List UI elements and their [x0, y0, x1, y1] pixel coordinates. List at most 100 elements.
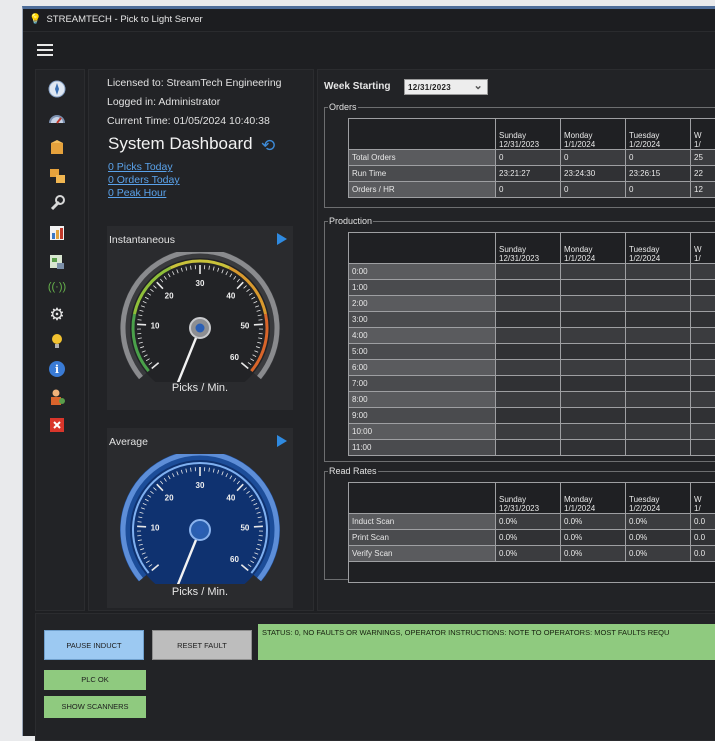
box-icon[interactable]	[48, 138, 66, 156]
orders-today-link[interactable]: 0 Orders Today	[108, 174, 180, 186]
boxes-icon[interactable]	[48, 166, 66, 184]
table-cell: 0.0	[691, 530, 715, 546]
week-starting-label: Week Starting	[324, 81, 391, 92]
day-header: Monday1/1/2024	[561, 483, 626, 514]
back-icon[interactable]: ⟲	[261, 137, 281, 155]
table-row: Run Time23:21:2723:24:3023:26:1522	[349, 166, 715, 182]
table-cell	[691, 296, 715, 312]
picks-today-link[interactable]: 0 Picks Today	[108, 161, 173, 173]
wrench-icon[interactable]	[48, 194, 66, 212]
day-date: 1/1/2024	[564, 254, 622, 263]
day-header: Monday1/1/2024	[561, 233, 626, 264]
table-cell: 25	[691, 150, 715, 166]
table-row: 2:00	[349, 296, 715, 312]
day-name: Monday	[564, 495, 622, 504]
hamburger-menu-icon[interactable]	[37, 44, 53, 56]
table-cell	[496, 264, 561, 280]
plc-ok-button[interactable]: PLC OK	[44, 670, 146, 690]
signal-icon[interactable]: ((·))	[48, 278, 66, 296]
gauge-tick-label: 30	[196, 481, 205, 490]
row-label: 4:00	[349, 328, 496, 344]
current-time: Current Time: 01/05/2024 10:40:38	[107, 115, 270, 128]
status-message: STATUS: 0, NO FAULTS OR WARNINGS, OPERAT…	[258, 624, 715, 660]
table-cell: 0	[626, 150, 691, 166]
table-cell	[496, 424, 561, 440]
play-icon[interactable]	[277, 233, 287, 245]
row-label: 7:00	[349, 376, 496, 392]
table-row: 5:00	[349, 344, 715, 360]
gauge-tick	[138, 320, 142, 321]
table-row: Induct Scan0.0%0.0%0.0%0.0	[349, 514, 715, 530]
table-row: Print Scan0.0%0.0%0.0%0.0	[349, 530, 715, 546]
bar-chart-icon[interactable]	[48, 224, 66, 242]
table-cell	[626, 328, 691, 344]
table-cell	[626, 360, 691, 376]
lightbulb-icon[interactable]	[48, 332, 66, 350]
table-cell: 23:21:27	[496, 166, 561, 182]
speedometer-icon[interactable]	[48, 110, 66, 128]
header-blank-cell	[349, 119, 496, 150]
day-name: Sunday	[499, 131, 557, 140]
gauge-tick-label: 60	[230, 353, 239, 362]
table-row: 3:00	[349, 312, 715, 328]
close-icon[interactable]	[48, 416, 66, 434]
page-title: System Dashboard	[108, 134, 253, 154]
table-cell	[496, 280, 561, 296]
table-cell: 0	[496, 182, 561, 198]
gauge-tick-label: 60	[230, 555, 239, 564]
compass-icon[interactable]	[48, 80, 66, 98]
licensed-to: Licensed to: StreamTech Engineering	[107, 77, 282, 90]
day-name: Sunday	[499, 245, 557, 254]
table-row: Total Orders00025	[349, 150, 715, 166]
table-row: 9:00	[349, 408, 715, 424]
table-cell: 0.0%	[496, 530, 561, 546]
dashboard-info-panel: Licensed to: StreamTech Engineering Logg…	[88, 69, 314, 611]
row-label: 6:00	[349, 360, 496, 376]
pause-induct-button[interactable]: PAUSE INDUCT	[44, 630, 144, 660]
day-date: 1/1/2024	[564, 140, 622, 149]
day-date: 12/31/2023	[499, 504, 557, 513]
gauge-tick	[258, 522, 262, 523]
table-cell	[561, 296, 626, 312]
table-cell	[691, 328, 715, 344]
table-cell: 23:24:30	[561, 166, 626, 182]
table-row: Orders / HR00012	[349, 182, 715, 198]
gauge-tick-label: 40	[226, 493, 235, 502]
production-table: Sunday12/31/2023Monday1/1/2024Tuesday1/2…	[348, 232, 715, 456]
table-row: 4:00	[349, 328, 715, 344]
table-cell	[496, 312, 561, 328]
table-cell	[561, 312, 626, 328]
person-icon[interactable]	[48, 388, 66, 406]
table-cell	[496, 344, 561, 360]
table-cell	[691, 264, 715, 280]
table-row: 0:00	[349, 264, 715, 280]
gear-icon[interactable]: ⚙	[48, 306, 66, 324]
day-date: 1/2/2024	[629, 254, 687, 263]
table-cell	[626, 392, 691, 408]
table-cell: 0.0	[691, 546, 715, 562]
table-cell: 0.0%	[561, 546, 626, 562]
report-icon[interactable]	[48, 252, 66, 270]
table-cell: 0.0%	[496, 514, 561, 530]
header-blank-cell	[349, 233, 496, 264]
day-date: 1/	[694, 254, 715, 263]
play-icon[interactable]	[277, 435, 287, 447]
row-label: 5:00	[349, 344, 496, 360]
reset-fault-button[interactable]: RESET FAULT	[152, 630, 252, 660]
day-header: Tuesday1/2/2024	[626, 483, 691, 514]
table-row: 8:00	[349, 392, 715, 408]
row-label: 1:00	[349, 280, 496, 296]
table-cell	[496, 440, 561, 456]
table-cell	[496, 376, 561, 392]
show-scanners-button[interactable]: SHOW SCANNERS	[44, 696, 146, 718]
day-header: Sunday12/31/2023	[496, 483, 561, 514]
control-bar: PAUSE INDUCT RESET FAULT STATUS: 0, NO F…	[35, 613, 715, 741]
read-rates-table: Sunday12/31/2023Monday1/1/2024Tuesday1/2…	[348, 482, 715, 583]
table-cell	[496, 296, 561, 312]
table-cell: 0.0%	[561, 530, 626, 546]
week-starting-select[interactable]: 12/31/2023	[404, 79, 488, 95]
info-icon[interactable]: i	[48, 360, 66, 378]
window-title: STREAMTECH - Pick to Light Server	[46, 9, 202, 31]
peak-hour-link[interactable]: 0 Peak Hour	[108, 187, 166, 199]
table-cell	[496, 328, 561, 344]
